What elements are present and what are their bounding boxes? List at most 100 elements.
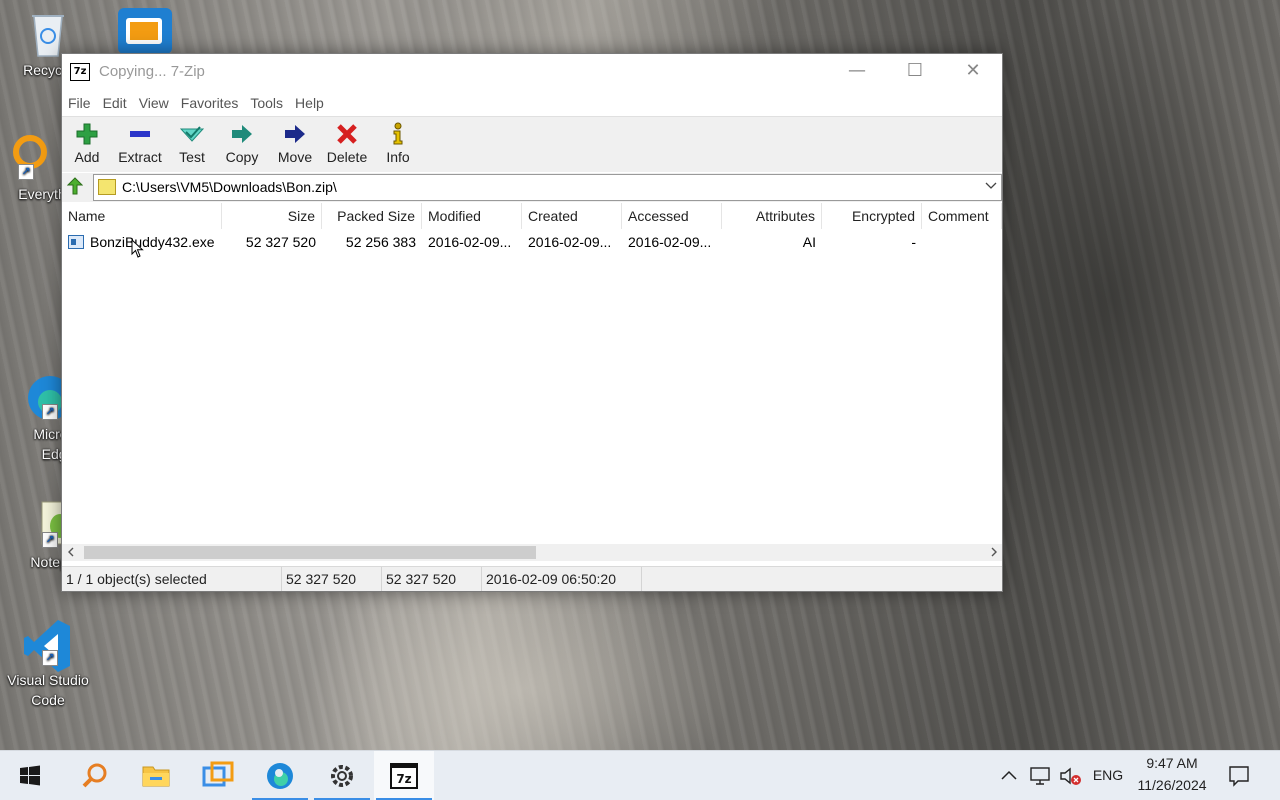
cell-attributes: AI xyxy=(802,234,816,250)
cell-comment xyxy=(922,230,1002,254)
language-indicator[interactable]: ENG xyxy=(1090,767,1126,783)
minimize-button[interactable]: — xyxy=(828,54,886,90)
table-row[interactable]: BonziBuddy432.exe 52 327 520 52 256 383 … xyxy=(62,230,1002,254)
taskbar-search[interactable] xyxy=(64,751,124,800)
info-icon xyxy=(380,121,416,147)
cell-encrypted: - xyxy=(911,234,916,250)
move-arrow-icon xyxy=(272,121,318,147)
column-header-name[interactable]: Name xyxy=(62,203,222,229)
menu-tools[interactable]: Tools xyxy=(244,90,289,116)
network-status[interactable] xyxy=(1028,765,1052,787)
cell-name: BonziBuddy432.exe xyxy=(90,234,215,250)
7zip-app-icon[interactable]: 7z xyxy=(70,63,90,81)
zip-archive-icon xyxy=(98,179,116,195)
desktop-icon-label-line2: Code xyxy=(31,692,65,708)
copy-arrow-icon xyxy=(220,121,264,147)
action-center-button[interactable] xyxy=(1226,764,1252,788)
desktop-icon-label: Everyth xyxy=(18,186,66,202)
extract-label: Extract xyxy=(118,149,162,165)
cell-accessed: 2016-02-09... xyxy=(628,234,712,250)
extract-button[interactable]: Extract xyxy=(112,121,168,169)
clock-time[interactable]: 9:47 AM xyxy=(1130,755,1214,771)
up-folder-button[interactable] xyxy=(66,177,84,197)
desktop-icon-vscode[interactable]: ↗ Visual Studio Code xyxy=(0,618,96,710)
shortcut-arrow-icon: ↗ xyxy=(42,650,58,666)
status-selection: 1 / 1 object(s) selected xyxy=(62,567,282,591)
column-header-attributes[interactable]: Attributes xyxy=(722,203,822,229)
status-bar: 1 / 1 object(s) selected 52 327 520 52 3… xyxy=(62,566,1002,591)
exe-file-icon xyxy=(68,235,84,249)
menu-favorites[interactable]: Favorites xyxy=(175,90,245,116)
vscode-icon: ↗ xyxy=(24,618,72,672)
column-header-modified[interactable]: Modified xyxy=(422,203,522,229)
scrollbar-thumb[interactable] xyxy=(84,546,536,559)
path-combobox[interactable]: C:\Users\VM5\Downloads\Bon.zip\ xyxy=(93,174,1002,201)
vmware-desktop-icon[interactable] xyxy=(116,8,174,54)
notepad-plus-plus-icon: ↗ xyxy=(16,500,77,548)
test-label: Test xyxy=(179,149,205,165)
cell-created: 2016-02-09... xyxy=(528,234,612,250)
taskbar-file-explorer[interactable] xyxy=(126,751,186,800)
column-header-created[interactable]: Created xyxy=(522,203,622,229)
title-bar[interactable]: 7z Copying... 7-Zip — ☐ ✕ xyxy=(62,54,1002,90)
copy-button[interactable]: Copy xyxy=(220,121,264,169)
network-icon xyxy=(1030,767,1050,785)
taskbar-settings[interactable] xyxy=(312,751,372,800)
test-button[interactable]: Test xyxy=(172,121,212,169)
delete-button[interactable]: Delete xyxy=(322,121,372,169)
shortcut-arrow-icon: ↗ xyxy=(42,404,58,420)
add-button[interactable]: Add xyxy=(66,121,108,169)
maximize-button[interactable]: ☐ xyxy=(886,54,944,90)
status-packed: 52 327 520 xyxy=(382,567,482,591)
taskbar-vmware[interactable] xyxy=(188,751,248,800)
file-explorer-icon xyxy=(142,766,170,787)
start-button[interactable] xyxy=(0,751,60,800)
delete-x-icon xyxy=(322,121,372,147)
status-size: 52 327 520 xyxy=(282,567,382,591)
recycle-bin-icon xyxy=(24,8,72,57)
chevron-up-icon xyxy=(1001,770,1017,780)
shortcut-arrow-icon: ↗ xyxy=(18,164,34,180)
show-hidden-icons-button[interactable] xyxy=(998,765,1020,787)
add-label: Add xyxy=(74,149,100,165)
menu-edit[interactable]: Edit xyxy=(97,90,133,116)
column-header-packed-size[interactable]: Packed Size xyxy=(322,203,422,229)
taskbar: 7z ENG 9:47 AM 11/26/2024 xyxy=(0,750,1280,800)
close-button[interactable]: ✕ xyxy=(944,54,1002,90)
column-header-encrypted[interactable]: Encrypted xyxy=(822,203,922,229)
svg-text:7z: 7z xyxy=(396,772,411,786)
column-header-size[interactable]: Size xyxy=(222,203,322,229)
chevron-down-icon[interactable] xyxy=(985,179,997,193)
scroll-right-arrow-icon[interactable] xyxy=(985,544,1002,561)
path-input[interactable]: C:\Users\VM5\Downloads\Bon.zip\ xyxy=(122,179,337,195)
up-arrow-icon xyxy=(66,177,84,195)
move-button[interactable]: Move xyxy=(272,121,318,169)
delete-label: Delete xyxy=(326,149,368,165)
column-header-accessed[interactable]: Accessed xyxy=(622,203,722,229)
menu-view[interactable]: View xyxy=(133,90,175,116)
status-date: 2016-02-09 06:50:20 xyxy=(482,567,642,591)
cell-modified: 2016-02-09... xyxy=(428,234,512,250)
volume-control[interactable] xyxy=(1058,765,1082,787)
info-button[interactable]: Info xyxy=(380,121,416,169)
minus-icon xyxy=(112,121,168,147)
settings-gear-icon xyxy=(331,765,353,787)
taskbar-7zip[interactable]: 7z xyxy=(374,751,434,800)
check-icon xyxy=(172,121,212,147)
menu-help[interactable]: Help xyxy=(289,90,330,116)
taskbar-edge[interactable] xyxy=(250,751,310,800)
file-list[interactable]: Name Size Packed Size Modified Created A… xyxy=(62,203,1002,544)
clock-date[interactable]: 11/26/2024 xyxy=(1130,777,1214,793)
address-bar: C:\Users\VM5\Downloads\Bon.zip\ xyxy=(62,173,1002,202)
mouse-cursor-icon xyxy=(131,238,145,259)
7zip-window: 7z Copying... 7-Zip — ☐ ✕ File Edit View Fa… xyxy=(61,53,1003,592)
vmware-icon xyxy=(202,761,234,787)
list-header: Name Size Packed Size Modified Created A… xyxy=(62,203,1002,229)
menu-file[interactable]: File xyxy=(62,90,97,116)
menu-bar: File Edit View Favorites Tools Help xyxy=(62,90,1002,116)
horizontal-scrollbar[interactable] xyxy=(62,544,1002,561)
volume-muted-icon xyxy=(1060,767,1081,785)
column-header-comment[interactable]: Comment xyxy=(922,203,1002,229)
scroll-left-arrow-icon[interactable] xyxy=(62,544,79,561)
shortcut-arrow-icon: ↗ xyxy=(42,532,58,548)
